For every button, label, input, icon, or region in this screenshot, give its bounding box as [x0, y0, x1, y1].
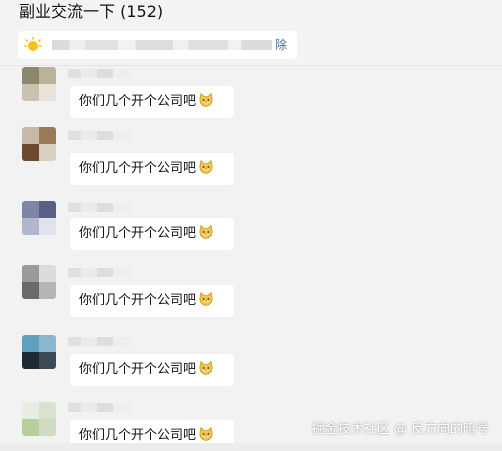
sender-name-redacted	[68, 131, 132, 140]
message-text: 你们几个开个公司吧	[79, 362, 197, 377]
cat-face-icon	[199, 291, 213, 306]
message-bubble[interactable]: 你们几个开个公司吧	[70, 153, 234, 185]
sun-icon	[24, 36, 42, 51]
message-bubble[interactable]: 你们几个开个公司吧	[70, 218, 234, 250]
cat-face-icon	[199, 159, 213, 174]
message-text: 你们几个开个公司吧	[79, 94, 197, 109]
message-bubble[interactable]: 你们几个开个公司吧	[70, 354, 234, 386]
message-text: 你们几个开个公司吧	[79, 226, 197, 241]
message-bubble[interactable]: 你们几个开个公司吧	[70, 86, 234, 118]
message-text: 你们几个开个公司吧	[79, 161, 197, 176]
sender-name-redacted	[68, 337, 132, 346]
cat-face-icon	[199, 92, 213, 107]
cat-face-icon	[199, 360, 213, 375]
message-item: 你们几个开个公司吧	[0, 333, 502, 399]
sender-name-redacted	[68, 268, 132, 277]
cat-face-icon	[199, 224, 213, 239]
chat-header: 副业交流一下 (152) 除	[0, 0, 502, 66]
message-list[interactable]: 你们几个开个公司吧 你们几个开个公司吧 你们几个开个公司吧 你们几个开个公司吧 …	[0, 67, 502, 451]
message-bubble[interactable]: 你们几个开个公司吧	[70, 285, 234, 317]
avatar[interactable]	[22, 402, 56, 436]
sender-name-redacted	[68, 69, 132, 78]
group-notice-bar[interactable]: 除	[18, 31, 297, 59]
notice-remove-link[interactable]: 除	[275, 36, 287, 54]
message-item: 你们几个开个公司吧	[0, 201, 502, 267]
avatar[interactable]	[22, 201, 56, 235]
message-item: 你们几个开个公司吧	[0, 125, 502, 191]
avatar[interactable]	[22, 127, 56, 161]
bottom-divider	[0, 443, 502, 451]
sender-name-redacted	[68, 203, 132, 212]
notice-text-redacted	[52, 40, 272, 50]
message-item: 你们几个开个公司吧	[0, 67, 502, 133]
message-item: 你们几个开个公司吧	[0, 263, 502, 329]
message-text: 你们几个开个公司吧	[79, 293, 197, 308]
message-text: 你们几个开个公司吧	[79, 428, 197, 443]
avatar[interactable]	[22, 265, 56, 299]
sender-name-redacted	[68, 403, 132, 412]
avatar[interactable]	[22, 335, 56, 369]
watermark: 掘金技术社区 @ 反方向的暗号	[311, 422, 489, 437]
group-title: 副业交流一下 (152)	[19, 2, 164, 21]
cat-face-icon	[199, 426, 213, 441]
avatar[interactable]	[22, 67, 56, 101]
